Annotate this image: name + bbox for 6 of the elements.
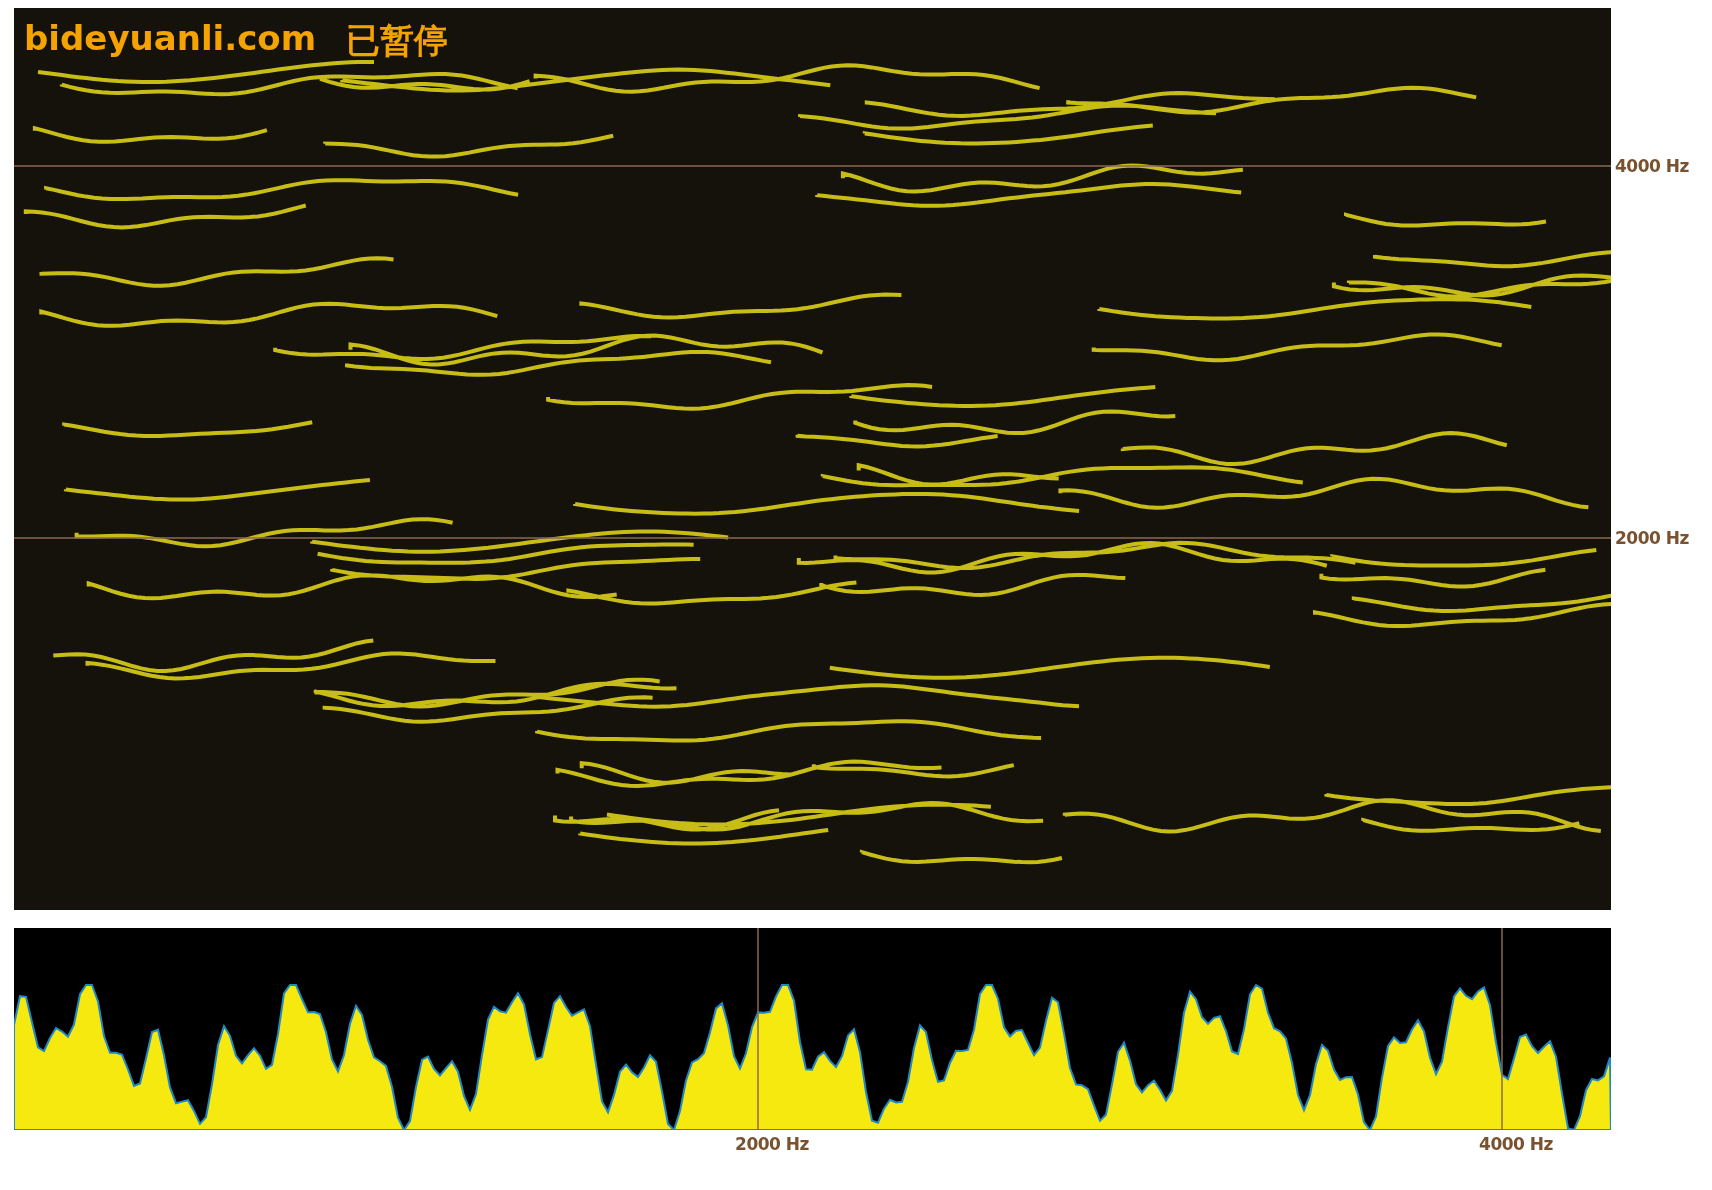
frequency-label: 2000 Hz xyxy=(735,1134,809,1154)
frequency-label: 2000 Hz xyxy=(1615,528,1689,548)
status-label: 已暂停 xyxy=(346,19,449,62)
frequency-label: 4000 Hz xyxy=(1479,1134,1553,1154)
site-name: bideyuanli.com xyxy=(24,18,317,60)
frequency-label: 4000 Hz xyxy=(1615,156,1689,176)
